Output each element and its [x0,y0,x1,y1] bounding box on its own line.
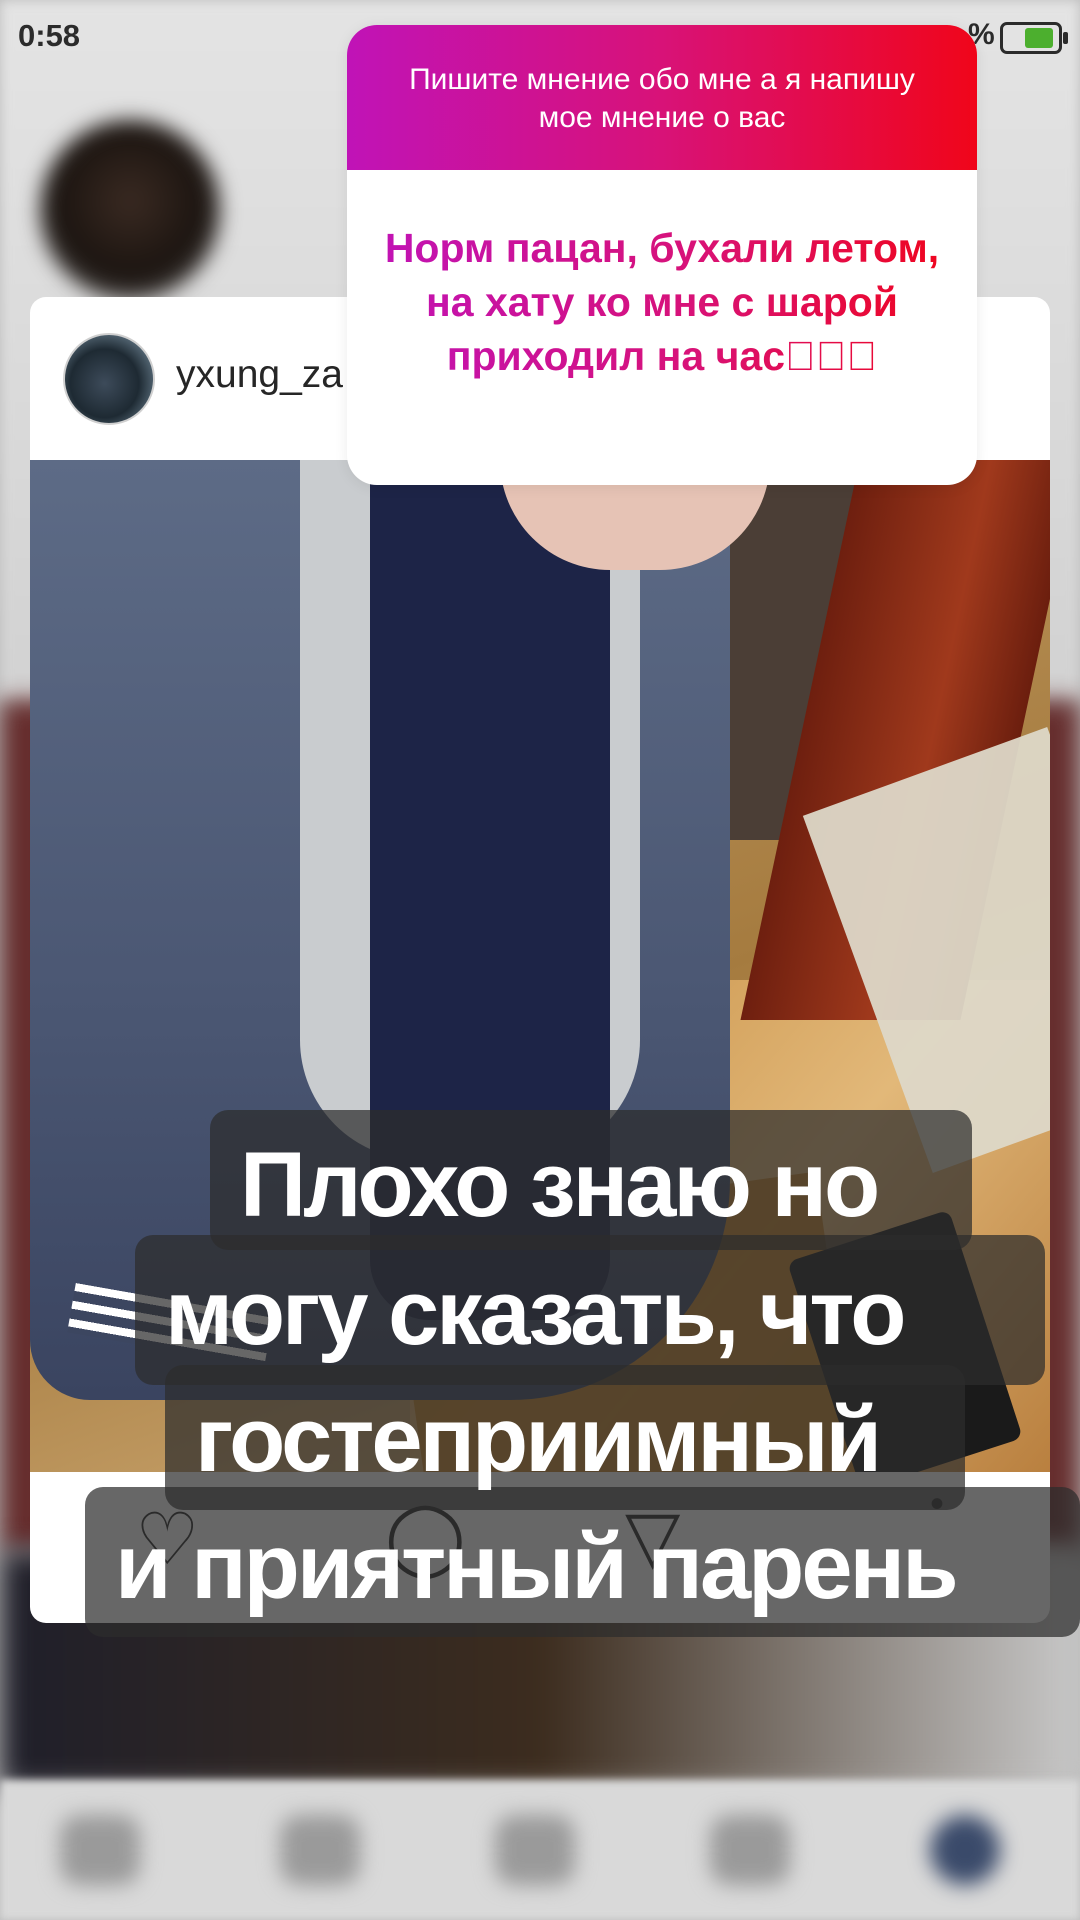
question-sticker[interactable]: Пишите мнение обо мне а я напишу мое мне… [347,25,977,485]
question-header: Пишите мнение обо мне а я напишу мое мне… [347,25,977,170]
answer-text: Норм пацан, бухали летом, на хату ко мне… [367,221,957,383]
battery-fill [1025,28,1053,48]
profile-icon [930,1815,1000,1885]
post-author-avatar[interactable] [63,333,155,425]
caption-line-1: Плохо знаю но [240,1134,880,1236]
activity-icon [710,1815,790,1885]
background-avatar [40,120,220,300]
battery-icon [1000,22,1068,54]
post-username[interactable]: yxung_za [176,353,343,397]
question-text: Пишите мнение обо мне а я напишу мое мне… [409,63,915,134]
add-post-icon [495,1815,575,1885]
home-icon [60,1815,140,1885]
caption-line-2: могу сказать, что [165,1262,906,1364]
caption-line-3: гостеприимный [195,1389,882,1491]
status-time: 0:58 [18,18,81,53]
caption-line-4: и приятный парень [115,1516,959,1618]
search-icon [280,1815,360,1885]
